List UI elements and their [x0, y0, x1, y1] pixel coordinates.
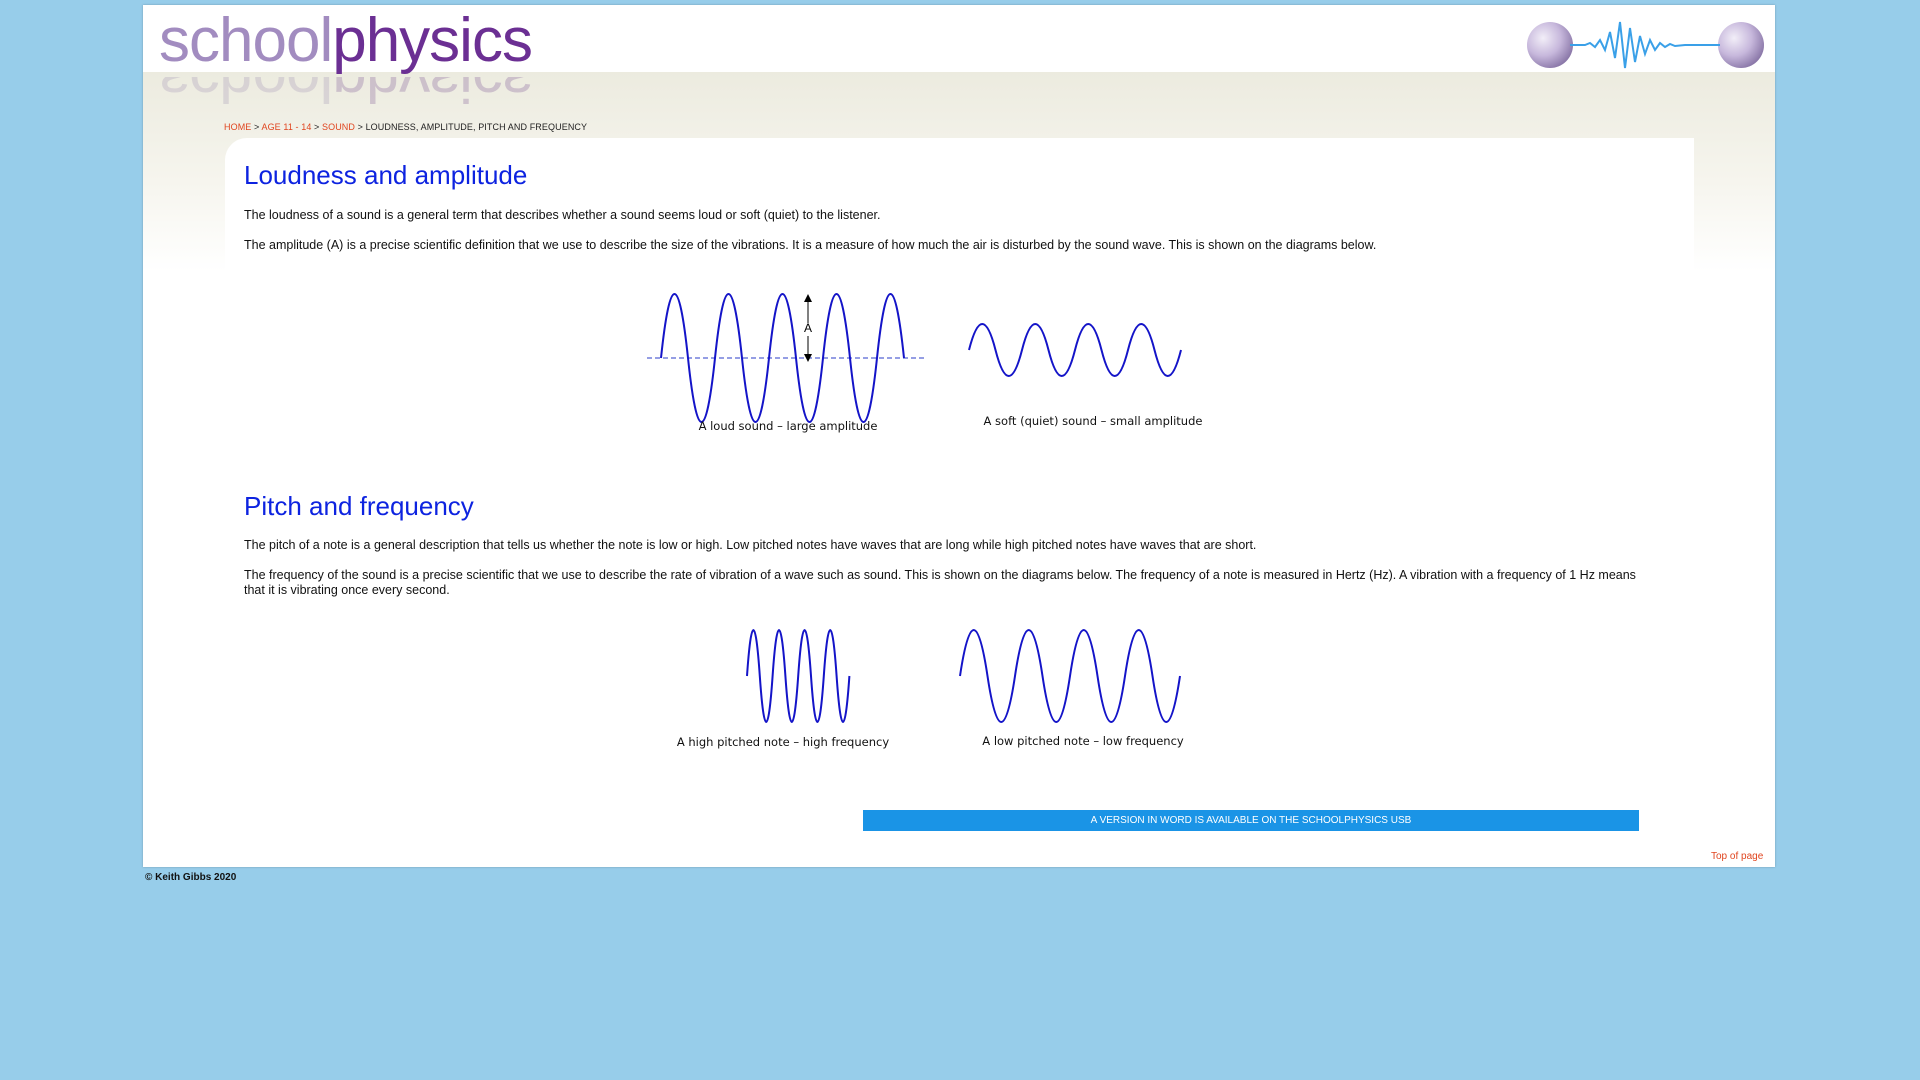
frequency-paragraph: The frequency of the sound is a precise …	[244, 568, 1636, 597]
top-of-page-link[interactable]: Top of page	[1711, 851, 1763, 862]
breadcrumb-sound-link[interactable]: SOUND	[322, 122, 355, 132]
low-frequency-wave	[959, 629, 1181, 723]
loud-sound-diagram: A A loud sound – large amplitude	[647, 293, 927, 433]
logo-text-physics: physics	[332, 6, 533, 75]
low-pitch-caption: A low pitched note – low frequency	[982, 734, 1184, 748]
sound-wave-header-art	[1527, 21, 1764, 69]
logo-reflection: schoolphysics	[159, 77, 532, 115]
section-title-loudness: Loudness and amplitude	[244, 160, 528, 190]
breadcrumb-separator: >	[355, 122, 366, 132]
amplitude-arrowhead-up	[804, 294, 812, 302]
section-title-pitch: Pitch and frequency	[244, 491, 474, 521]
breadcrumb: HOME > AGE 11 - 14 > SOUND > LOUDNESS, A…	[224, 122, 587, 132]
breadcrumb-separator: >	[311, 122, 322, 132]
loud-sound-caption: A loud sound – large amplitude	[699, 419, 878, 433]
high-pitch-caption: A high pitched note – high frequency	[677, 735, 889, 749]
word-version-banner[interactable]: A VERSION IN WORD IS AVAILABLE ON THE SC…	[863, 810, 1639, 831]
high-pitch-diagram: A high pitched note – high frequency	[677, 629, 889, 749]
header-right-sphere	[1718, 22, 1764, 68]
site-logo[interactable]: schoolphysics	[159, 5, 533, 77]
footer-copyright: © Keith Gibbs 2020	[145, 872, 237, 883]
soft-sound-caption: A soft (quiet) sound – small amplitude	[984, 414, 1203, 428]
low-pitch-diagram: A low pitched note – low frequency	[959, 629, 1184, 748]
logo-text-school: school	[159, 6, 333, 75]
page-container: schoolphysics schoolphysics HOME > AGE 1…	[143, 5, 1775, 867]
breadcrumb-separator: >	[251, 122, 262, 132]
breadcrumb-current: LOUDNESS, AMPLITUDE, PITCH AND FREQUENCY	[365, 122, 588, 132]
logo-reflection-school: school	[159, 77, 333, 114]
small-amplitude-wave	[968, 323, 1182, 377]
amplitude-paragraph: The amplitude (A) is a precise scientifi…	[244, 238, 1377, 252]
header-wave-line	[1570, 21, 1720, 69]
main-content: Loudness and amplitude The loudness of a…	[225, 138, 1694, 798]
breadcrumb-home-link[interactable]: HOME	[224, 122, 251, 132]
pitch-paragraph: The pitch of a note is a general descrip…	[244, 538, 1257, 552]
breadcrumb-age-link[interactable]: AGE 11 - 14	[261, 122, 311, 132]
logo-reflection-physics: physics	[332, 77, 532, 114]
high-frequency-wave	[746, 629, 851, 723]
header-left-sphere	[1527, 22, 1573, 68]
loudness-paragraph: The loudness of a sound is a general ter…	[244, 208, 881, 222]
amplitude-label: A	[804, 321, 812, 335]
soft-sound-diagram: A soft (quiet) sound – small amplitude	[968, 323, 1203, 428]
